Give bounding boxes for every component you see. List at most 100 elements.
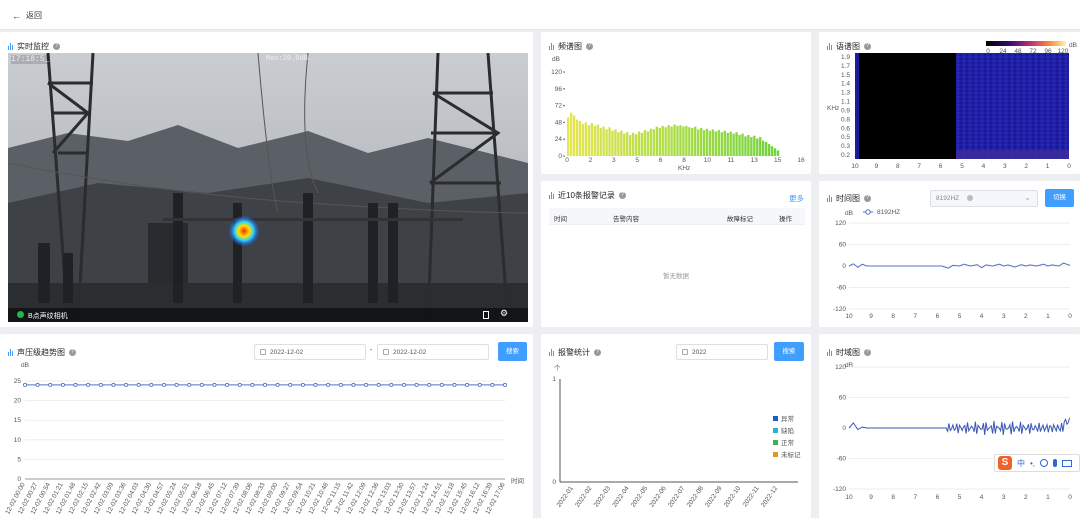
x-tick-label: 0 <box>1068 494 1072 501</box>
trend-point <box>174 382 179 387</box>
spectrum-bar <box>708 130 712 156</box>
spectrum-bar <box>569 112 573 156</box>
spectrum-bar <box>643 130 647 156</box>
punctuation-icon[interactable]: •, <box>1030 459 1035 468</box>
trend-point <box>98 382 103 387</box>
y-tick-label: 1.5 <box>841 72 850 79</box>
gear-icon[interactable]: ⚙ <box>500 308 508 319</box>
trend-point <box>73 382 78 387</box>
spectrum-bar <box>747 135 750 156</box>
y-tick-label: 120 <box>835 364 846 371</box>
spectrum-bar <box>590 123 593 156</box>
x-tick-label: 5 <box>635 157 639 164</box>
camera-scene <box>8 53 528 322</box>
y-tick-label: 60 <box>839 395 847 402</box>
trend-point <box>35 382 40 387</box>
document-icon[interactable] <box>483 311 489 319</box>
trend-point <box>187 382 192 387</box>
spectrum-bar <box>575 119 579 156</box>
x-tick-label: 2022-03 <box>593 485 613 509</box>
monitor-panel: 实时监控 ? 17:18:5_ Max:20.0dB B点声纹相机 ⚙ <box>0 32 533 327</box>
y-tick-label: 120 <box>551 69 562 76</box>
help-icon[interactable]: ? <box>53 43 60 50</box>
spectrum-bar <box>602 126 605 156</box>
spectrum-bar <box>620 130 623 156</box>
x-tick-label: 2022-05 <box>630 485 650 509</box>
spectrum-bar <box>738 135 741 156</box>
bars-icon <box>8 43 13 50</box>
trend-xunit: 时间 <box>511 476 524 485</box>
back-button[interactable]: ← 返回 <box>12 10 42 21</box>
legend-marker <box>865 209 871 215</box>
x-tick-label: 0 <box>565 157 569 164</box>
spectrum-bar <box>685 125 688 156</box>
emoji-icon[interactable] <box>1040 459 1049 467</box>
x-tick-label: 6 <box>936 313 940 320</box>
legend-tick-label: 24 <box>999 48 1007 55</box>
spectrum-bar <box>699 128 703 156</box>
spectrum-bar <box>584 122 588 156</box>
spectrum-bar <box>744 136 747 156</box>
trend-point <box>48 382 53 387</box>
x-tick-label: 6 <box>939 163 943 170</box>
trend-chart: dB 时间 051015202512-02 00:0012-02 00:2712… <box>4 362 524 516</box>
legend-swatch <box>773 452 778 457</box>
spectrum-bar <box>750 137 753 156</box>
back-label: 返回 <box>26 11 42 20</box>
y-tick-label: 96 <box>555 86 563 93</box>
max-overlay: Max:20.0dB <box>265 55 308 63</box>
more-link[interactable]: 更多 <box>789 193 804 204</box>
trend-point <box>300 382 305 387</box>
legend-label: 8192HZ <box>877 209 900 216</box>
ime-language[interactable]: 中 <box>1017 458 1025 469</box>
spectrum-bar <box>773 148 777 156</box>
spectrum-bar <box>679 125 682 156</box>
trend-point <box>364 382 369 387</box>
spectrum-bar <box>655 126 658 156</box>
spectrum-bar <box>593 125 596 156</box>
timewave-panel: 时间图 ? 8192HZ ⌄ 切换 dB 8192HZ 120 60 0 -60 -12… <box>819 181 1080 327</box>
x-tick-label: 8 <box>682 157 686 164</box>
camera-name: B点声纹相机 <box>28 313 68 320</box>
help-icon[interactable]: ? <box>618 192 626 199</box>
x-tick-label: 2022-04 <box>611 485 631 509</box>
ime-toolbar[interactable]: S 中 •, <box>994 454 1080 472</box>
spectrum-bar <box>759 137 762 156</box>
x-tick-label: 1 <box>1046 313 1050 320</box>
keyboard-icon[interactable] <box>1062 459 1073 467</box>
y-tick-label: 1.3 <box>841 90 850 97</box>
trend-point <box>237 382 242 387</box>
trend-point <box>490 382 495 387</box>
series-line <box>848 262 1071 269</box>
trend-point <box>212 382 217 387</box>
y-tick-label: 1.1 <box>841 99 850 106</box>
trend-point <box>313 382 318 387</box>
camera-view[interactable]: 17:18:5_ Max:20.0dB B点声纹相机 ⚙ <box>8 53 528 322</box>
y-tick-label: 0 <box>558 153 562 160</box>
y-tick-label: -60 <box>837 285 847 292</box>
x-tick-label: 9 <box>875 163 879 170</box>
y-tick-label: 0.5 <box>841 134 850 141</box>
spectrum-bar <box>673 124 676 156</box>
spectrum-bar <box>697 129 700 156</box>
spectrum-bar <box>617 132 620 156</box>
spectrum-bar <box>634 134 638 156</box>
spectrum-bar <box>667 125 670 156</box>
legend-tick-label: 48 <box>1014 48 1022 55</box>
spectrum-bar <box>676 125 679 156</box>
stats-unit: 个 <box>554 364 561 372</box>
y-tick-label: 20 <box>14 398 22 405</box>
y-tick-label: 0.9 <box>841 107 850 114</box>
spectrum-panel: 频谱图 ? dB KHz 0 24 48 72 96 120 0 2 3 5 6 8 10 11 13 15 1… <box>541 32 811 174</box>
y-tick-mark <box>563 88 565 90</box>
x-tick-label: 2 <box>1024 494 1028 501</box>
spectrum-bar <box>764 142 768 156</box>
col-time: 时间 <box>554 216 567 223</box>
microphone-icon[interactable] <box>1053 459 1058 467</box>
spectrum-bar <box>729 131 732 156</box>
trend-point <box>427 382 432 387</box>
trend-point <box>465 382 470 387</box>
trend-point <box>199 382 204 387</box>
spectrum-bar <box>705 128 709 156</box>
trend-point <box>124 382 129 387</box>
